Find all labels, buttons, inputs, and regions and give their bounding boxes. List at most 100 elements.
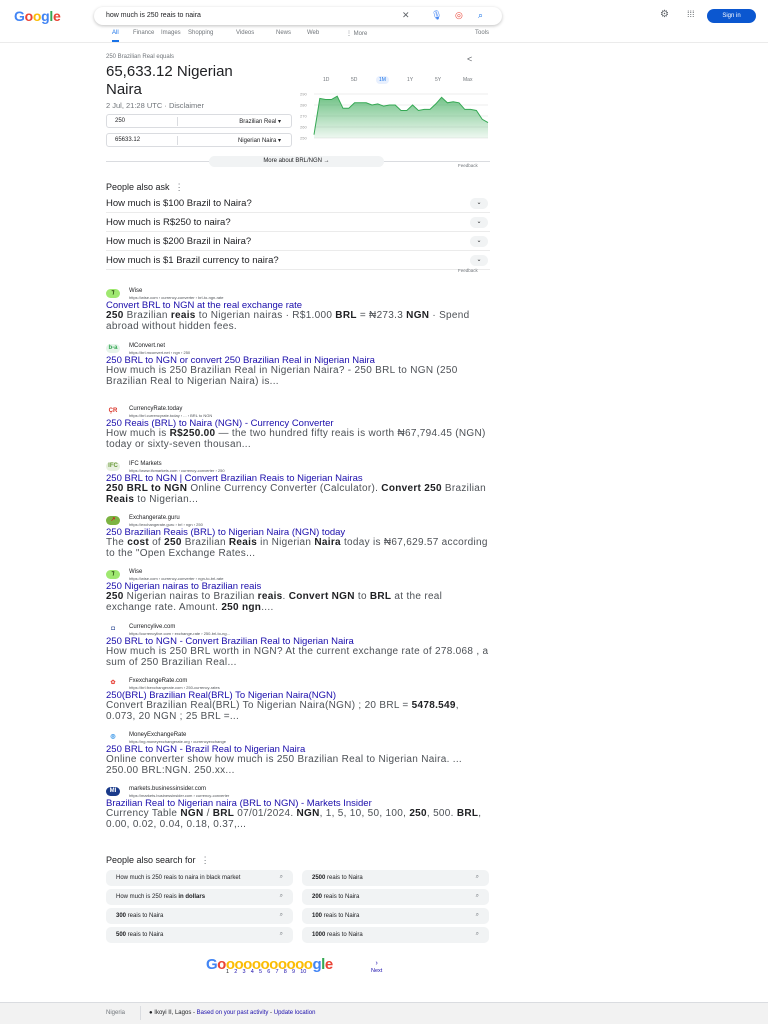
- people-also-search-title: People also search for ⋮: [106, 855, 210, 865]
- paa-question[interactable]: How much is $200 Brazil in Naira? ⌄: [106, 232, 490, 251]
- y-tick-label: 270: [300, 114, 307, 119]
- chevron-down-icon[interactable]: ⌄: [470, 236, 488, 247]
- result-snippet: How much is 250 BRL worth in NGN? At the…: [106, 646, 489, 668]
- result-title-link[interactable]: Convert BRL to NGN at the real exchange …: [106, 301, 490, 311]
- mic-icon[interactable]: 🎙: [431, 10, 442, 21]
- chevron-down-icon[interactable]: ⌄: [470, 255, 488, 266]
- related-search-chip[interactable]: 300 reais to Naira ⌕: [106, 908, 293, 924]
- search-icon: ⌕: [475, 893, 479, 899]
- site-favicon-icon: ↗: [106, 516, 120, 525]
- related-search-chip[interactable]: 100 reais to Naira ⌕: [302, 908, 489, 924]
- next-page-button[interactable]: › Next: [371, 960, 382, 974]
- result-title-link[interactable]: 250(BRL) Brazilian Real(BRL) To Nigerian…: [106, 691, 490, 701]
- more-about-button[interactable]: More about BRL/NGN →: [209, 156, 384, 167]
- search-result: ↗ Exchangerate.guru https://exchangerate.g…: [106, 515, 490, 559]
- range-5Y[interactable]: 5Y: [432, 76, 444, 84]
- page-link-8[interactable]: 8: [284, 969, 287, 975]
- tab-7[interactable]: ⋮ More: [346, 30, 367, 37]
- site-favicon-icon: IFC: [106, 462, 120, 471]
- range-1M[interactable]: 1M: [376, 76, 389, 84]
- result-title-link[interactable]: 250 BRL to NGN - Brazil Real to Nigerian…: [106, 745, 490, 755]
- feedback-link[interactable]: Feedback: [458, 268, 478, 273]
- page-link-3[interactable]: 3: [243, 969, 246, 975]
- lens-icon[interactable]: ◎: [455, 10, 463, 21]
- result-site-name[interactable]: Wise: [129, 569, 490, 576]
- paa-question[interactable]: How much is $100 Brazil to Naira? ⌄: [106, 194, 490, 213]
- feedback-link[interactable]: Feedback: [458, 163, 478, 168]
- range-Max[interactable]: Max: [460, 76, 475, 84]
- result-site-name[interactable]: CurrencyRate.today: [129, 406, 490, 413]
- search-result: IFC IFC Markets https://www.ifcmarkets.com…: [106, 461, 490, 505]
- related-search-chip[interactable]: 1000 reais to Naira ⌕: [302, 927, 489, 943]
- y-tick-label: 250: [300, 136, 307, 141]
- page-link-5[interactable]: 5: [259, 969, 262, 975]
- site-favicon-icon: ÇR: [106, 407, 120, 416]
- result-title-link[interactable]: 250 Brazilian Reais (BRL) to Nigerian Na…: [106, 528, 490, 538]
- page-link-2[interactable]: 2: [234, 969, 237, 975]
- result-title-link[interactable]: 250 Nigerian nairas to Brazilian reais: [106, 582, 490, 592]
- chevron-down-icon[interactable]: ⌄: [470, 217, 488, 228]
- range-1D[interactable]: 1D: [320, 76, 332, 84]
- search-icon: ⌕: [279, 874, 283, 880]
- page-link-10[interactable]: 10: [300, 969, 306, 975]
- share-icon[interactable]: <: [467, 54, 472, 64]
- paa-question[interactable]: How much is $1 Brazil currency to naira?…: [106, 251, 490, 270]
- tab-2[interactable]: Images: [161, 30, 181, 36]
- range-1Y[interactable]: 1Y: [404, 76, 416, 84]
- result-title-link[interactable]: Brazilian Real to Nigerian naira (BRL to…: [106, 799, 490, 809]
- to-currency-field[interactable]: 65633.12 Nigerian Naira ▾: [106, 133, 292, 147]
- tab-4[interactable]: Videos: [236, 30, 254, 36]
- clear-icon[interactable]: ✕: [402, 10, 410, 21]
- result-site-name[interactable]: Wise: [129, 288, 490, 295]
- result-snippet: 250 Brazilian reais to Nigerian nairas ·…: [106, 310, 470, 332]
- result-snippet: 250 BRL to NGN Online Currency Converter…: [106, 483, 486, 505]
- from-currency-field[interactable]: 250 Brazilian Real ▾: [106, 114, 292, 128]
- search-result: ⁊ Wise https://wise.com › currency-convert…: [106, 288, 490, 332]
- related-search-chip[interactable]: 200 reais to Naira ⌕: [302, 889, 489, 905]
- result-site-name[interactable]: IFC Markets: [129, 461, 490, 468]
- result-site-name[interactable]: Exchangerate.guru: [129, 515, 490, 522]
- tab-5[interactable]: News: [276, 30, 291, 36]
- footer-location: Ikoyi II, Lagos: [154, 1010, 192, 1016]
- paa-question[interactable]: How much is R$250 to naira? ⌄: [106, 213, 490, 232]
- tab-6[interactable]: Web: [307, 30, 319, 36]
- result-site-name[interactable]: MoneyExchangeRate: [129, 732, 490, 739]
- search-input[interactable]: how much is 250 reais to naira: [106, 12, 201, 19]
- search-result: ÇR CurrencyRate.today https://brl.currency…: [106, 406, 490, 450]
- result-title-link[interactable]: 250 BRL to NGN | Convert Brazilian Reais…: [106, 474, 490, 484]
- related-search-chip[interactable]: 2500 reais to Naira ⌕: [302, 870, 489, 886]
- page-link-1[interactable]: 1: [226, 969, 229, 975]
- related-search-chip[interactable]: How much is 250 reais in dollars ⌕: [106, 889, 293, 905]
- past-activity-link[interactable]: Based on your past activity: [197, 1010, 269, 1016]
- result-site-name[interactable]: Currencylive.com: [129, 624, 490, 631]
- tab-0[interactable]: All: [112, 30, 119, 42]
- tab-3[interactable]: Shopping: [188, 30, 213, 36]
- converter-caption: 250 Brazilian Real equals: [106, 54, 175, 60]
- result-title-link[interactable]: 250 BRL to NGN or convert 250 Brazilian …: [106, 356, 490, 366]
- page-link-6[interactable]: 6: [267, 969, 270, 975]
- sign-in-button[interactable]: Sign in: [707, 9, 756, 23]
- page-link-9[interactable]: 9: [292, 969, 295, 975]
- related-search-chip[interactable]: 500 reais to Naira ⌕: [106, 927, 293, 943]
- search-box[interactable]: how much is 250 reais to naira ✕ 🎙 ◎ ⌕: [94, 7, 502, 25]
- range-5D[interactable]: 5D: [348, 76, 360, 84]
- tab-1[interactable]: Finance: [133, 30, 154, 36]
- tools-button[interactable]: Tools: [475, 30, 489, 36]
- result-site-name[interactable]: FxexchangeRate.com: [129, 678, 490, 685]
- google-logo[interactable]: Google: [14, 8, 61, 24]
- exchange-rate-chart: 290 280 270 260 250: [300, 92, 489, 141]
- search-icon: ⌕: [475, 874, 479, 880]
- search-icon[interactable]: ⌕: [478, 10, 483, 21]
- chevron-down-icon[interactable]: ⌄: [470, 198, 488, 209]
- result-title-link[interactable]: 250 Reais (BRL) to Naira (NGN) - Currenc…: [106, 419, 490, 429]
- update-location-link[interactable]: Update location: [274, 1010, 316, 1016]
- result-site-name[interactable]: MConvert.net: [129, 343, 490, 350]
- settings-icon[interactable]: ⚙: [660, 9, 669, 20]
- page-link-4[interactable]: 4: [251, 969, 254, 975]
- related-search-chip[interactable]: How much is 250 reais to naira in black …: [106, 870, 293, 886]
- page-link-7[interactable]: 7: [276, 969, 279, 975]
- search-icon: ⌕: [279, 912, 283, 918]
- result-site-name[interactable]: markets.businessinsider.com: [129, 786, 490, 793]
- result-title-link[interactable]: 250 BRL to NGN - Convert Brazilian Real …: [106, 637, 490, 647]
- apps-icon[interactable]: ⁞⁞⁞: [687, 9, 695, 19]
